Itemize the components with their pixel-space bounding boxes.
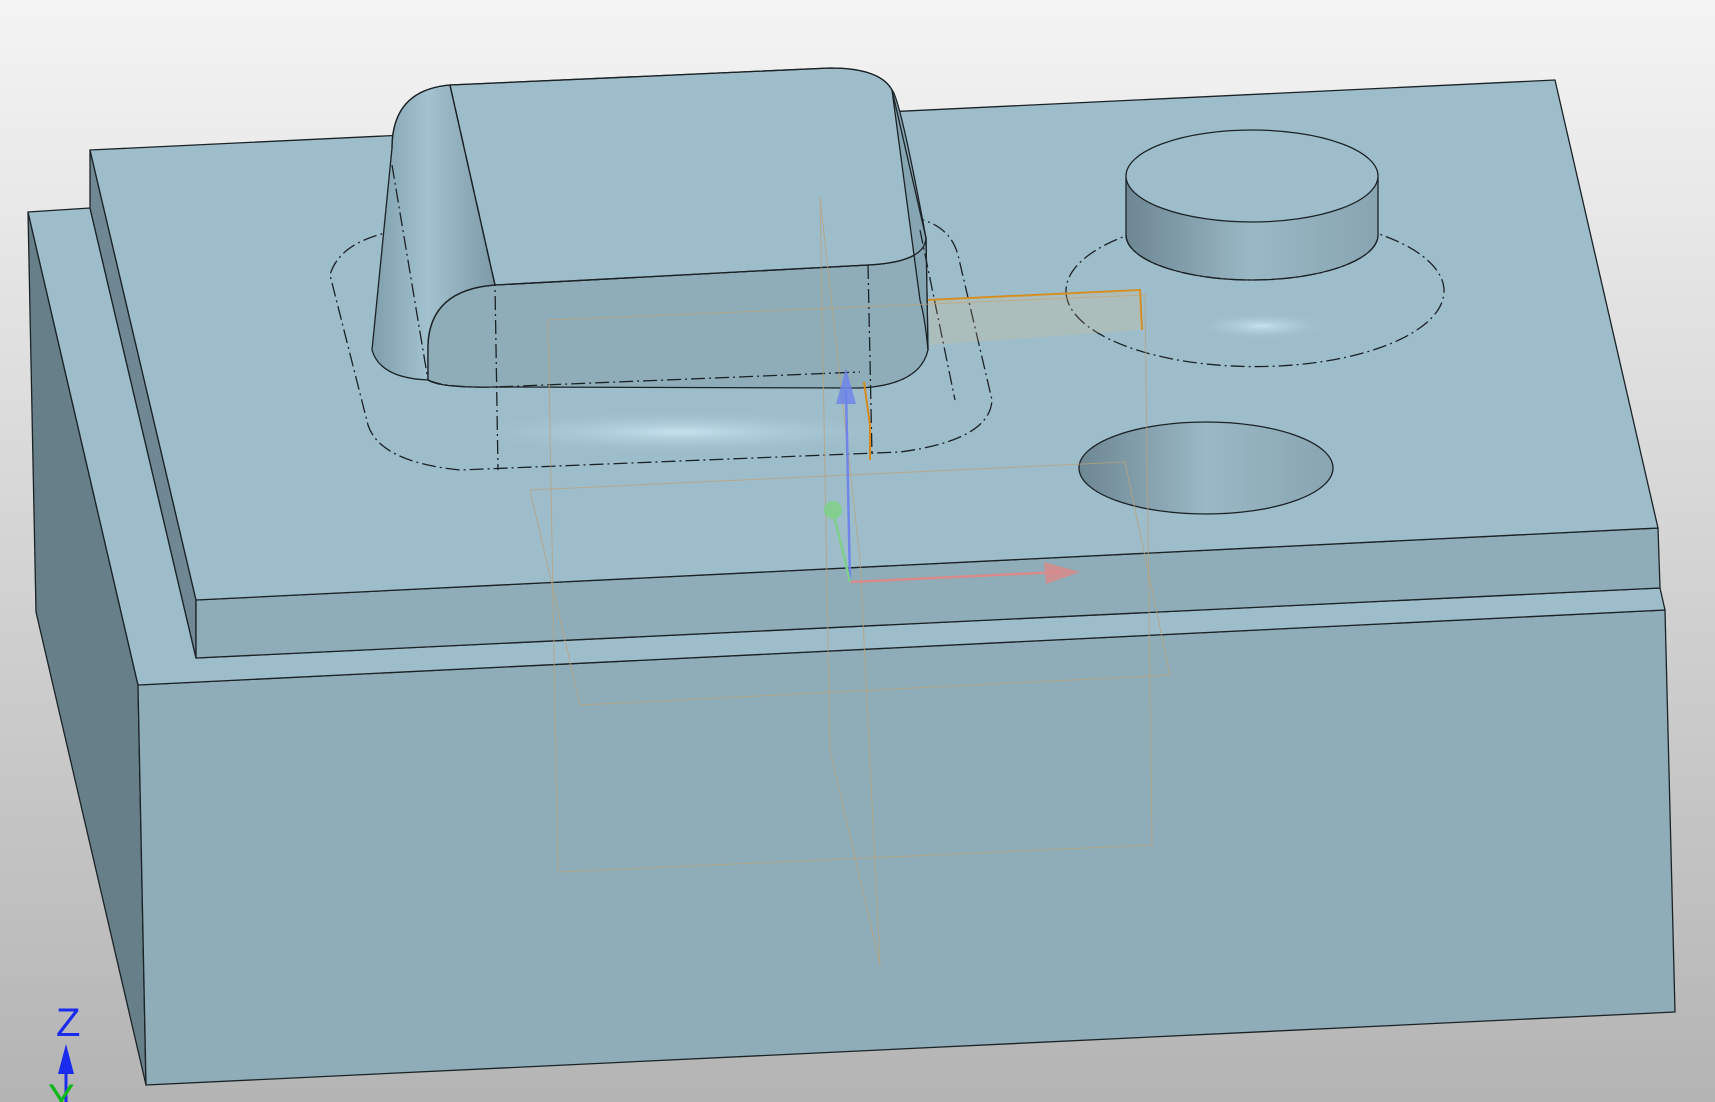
cylinder-fillet-highlight (1192, 312, 1332, 340)
triad-y-label: Y (48, 1077, 75, 1102)
csys-y-handle[interactable] (824, 501, 842, 519)
hole-feature[interactable] (1078, 421, 1334, 515)
hole-opening[interactable] (1078, 421, 1334, 515)
base-front-face[interactable] (137, 609, 1676, 1086)
graphics-viewport[interactable]: Z Y (0, 0, 1715, 1102)
boss-fillet-highlight (450, 410, 910, 454)
cylinder-top-face[interactable] (1125, 129, 1379, 223)
boss-top-face[interactable] (449, 67, 927, 286)
triad-z-label: Z (56, 1001, 80, 1045)
